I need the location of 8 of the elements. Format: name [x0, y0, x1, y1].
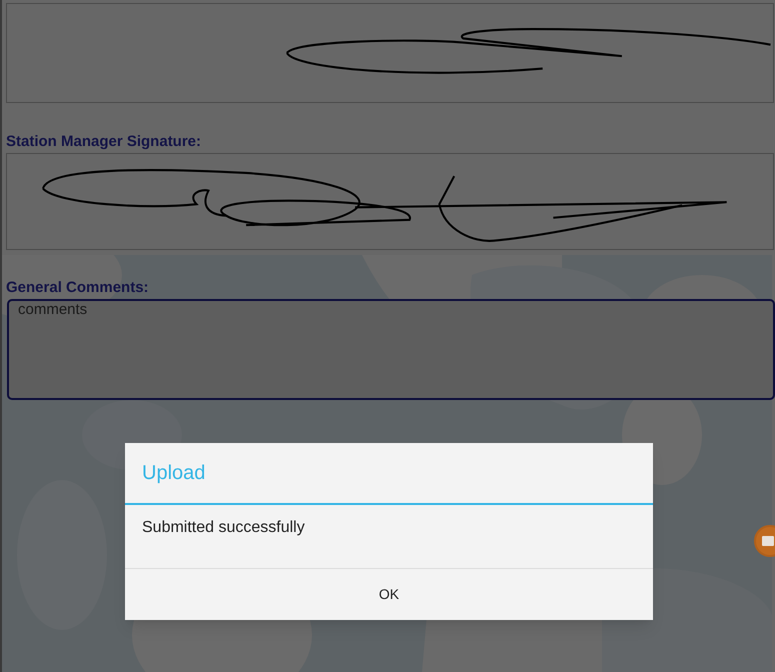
signature-pad[interactable] [6, 153, 774, 250]
card-icon [762, 536, 774, 546]
ok-button[interactable]: OK [125, 569, 653, 620]
dialog-title: Upload [142, 461, 206, 486]
field-label: Station Manager Signature: [6, 133, 202, 151]
dialog-message: Submitted successfully [142, 519, 305, 536]
field-label: General Comments: [6, 279, 149, 297]
signature-pad[interactable] [6, 3, 774, 103]
